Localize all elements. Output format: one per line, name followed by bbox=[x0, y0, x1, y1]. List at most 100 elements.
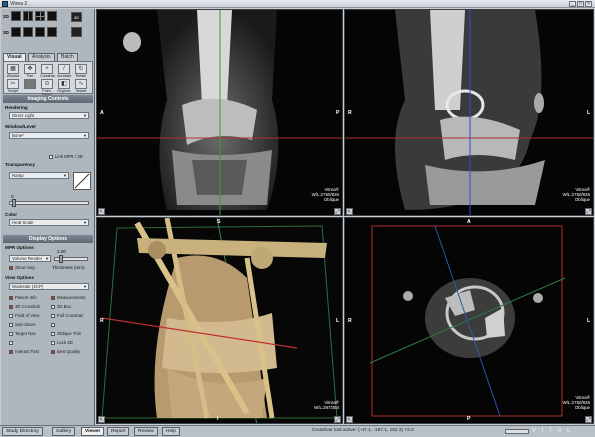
rotate-icon[interactable]: ↻ bbox=[75, 64, 87, 74]
link-mpr-checkbox[interactable]: Link MPR / 3D bbox=[49, 154, 83, 159]
view-option-label: Patient Info bbox=[15, 295, 37, 300]
viewport-3d-volume[interactable]: S R L I Vitrea® W/L:297/384 ↖ ⤢ bbox=[96, 217, 343, 424]
view-option-checkbox[interactable] bbox=[51, 322, 57, 327]
tab-viewer[interactable]: Viewer bbox=[81, 427, 105, 436]
viewport-maximize-icon[interactable]: ⤢ bbox=[334, 416, 341, 423]
checkbox-icon bbox=[9, 332, 13, 336]
checkbox-icon bbox=[51, 314, 55, 318]
color-select[interactable]: Heat Scale ▼ bbox=[9, 219, 89, 226]
gray-icon[interactable] bbox=[24, 79, 36, 89]
volume-render-image bbox=[97, 218, 342, 423]
chevron-down-icon: ▼ bbox=[63, 173, 67, 178]
view-options-label: View Options bbox=[5, 275, 35, 280]
view-option-checkbox[interactable]: 3D Box bbox=[51, 304, 71, 309]
tab-report[interactable]: Report bbox=[107, 427, 130, 436]
window-level-select[interactable]: Bone* ▼ bbox=[9, 132, 89, 139]
layout-grid-1-3d[interactable] bbox=[11, 27, 21, 37]
crosshair-icon[interactable]: + bbox=[41, 64, 53, 74]
view-option-label: Oblique Trim bbox=[57, 331, 82, 336]
viewport-sagittal[interactable]: R L Vitrea® W/L:2750/826 Oblique ↖ ⤢ bbox=[344, 9, 594, 216]
view-option-checkbox[interactable]: Measurements bbox=[51, 295, 85, 300]
layout-grid-4[interactable] bbox=[35, 11, 45, 21]
point-select-icon[interactable]: ⊙ bbox=[41, 79, 53, 89]
view-option-checkbox[interactable]: Field of View bbox=[9, 313, 40, 318]
tab-help[interactable]: Help bbox=[162, 427, 180, 436]
display-options-header: Display Options bbox=[3, 235, 93, 243]
thickness-slider-thumb[interactable] bbox=[59, 255, 63, 263]
window-icon[interactable]: ▦ bbox=[7, 64, 19, 74]
orientation-right: L bbox=[587, 318, 591, 324]
progress-bar bbox=[505, 429, 529, 434]
orientation-right: P bbox=[336, 110, 340, 116]
show-seg-checkbox[interactable]: Show Seg bbox=[9, 265, 35, 270]
viewport-menu-icon[interactable]: ↖ bbox=[346, 208, 353, 215]
viewport-menu-icon[interactable]: ↖ bbox=[98, 416, 105, 423]
view-option-checkbox[interactable]: Sub-Slices bbox=[9, 322, 36, 327]
viewport-axial[interactable]: A R L P Vitrea® W/L:2750/826 Oblique ↖ ⤢ bbox=[344, 217, 594, 424]
layout-grid-6[interactable] bbox=[47, 11, 57, 21]
sculpt-icon[interactable]: ✂ bbox=[7, 79, 19, 89]
view-option-label: Target Nav bbox=[15, 331, 36, 336]
volume-render-value: Volume Render bbox=[12, 256, 43, 261]
layout-grid-4-3d[interactable] bbox=[35, 27, 45, 37]
layout-grid-6-3d[interactable] bbox=[47, 27, 57, 37]
minimize-button[interactable]: _ bbox=[569, 1, 576, 7]
slider-thumb[interactable] bbox=[12, 199, 16, 207]
viewport-menu-icon[interactable]: ↖ bbox=[346, 416, 353, 423]
viewport-maximize-icon[interactable]: ⤢ bbox=[585, 208, 592, 215]
thickness-slider[interactable] bbox=[54, 255, 88, 263]
color-value: Heat Scale bbox=[12, 220, 34, 225]
view-options-select[interactable]: Moderate (4CP) ▼ bbox=[9, 283, 89, 290]
orientation-top: A bbox=[467, 219, 471, 225]
tab-review[interactable]: Review bbox=[134, 427, 158, 436]
view-option-checkbox[interactable]: Oblique Trim bbox=[51, 331, 81, 336]
transparency-select[interactable]: Ramp ▼ bbox=[9, 172, 69, 179]
orientation-readout: Oblique bbox=[574, 405, 590, 410]
rendering-label: Rendering bbox=[5, 105, 28, 110]
maximize-button[interactable]: □ bbox=[577, 1, 584, 7]
tab-batch[interactable]: Batch bbox=[57, 53, 78, 61]
checkbox-icon bbox=[9, 314, 13, 318]
layout-grid-2-3d[interactable] bbox=[23, 27, 33, 37]
pan-icon[interactable]: ✥ bbox=[24, 64, 36, 74]
view-option-checkbox[interactable]: Full Crosshair bbox=[51, 313, 84, 318]
layout-grid-2[interactable] bbox=[23, 11, 33, 21]
mpr-render-select[interactable]: Volume Render ▼ bbox=[9, 255, 51, 262]
view-option-label: Full Crosshair bbox=[57, 313, 84, 318]
view-option-checkbox[interactable] bbox=[9, 340, 15, 345]
tool-palette: ▦ ✥ + / ↻ Window Pan Crosshair Annotate … bbox=[3, 61, 93, 97]
tab-gallery[interactable]: Gallery bbox=[52, 427, 76, 436]
vessel-icon[interactable]: ∿ bbox=[75, 79, 87, 89]
layout-4d-button[interactable]: 4D bbox=[71, 12, 82, 22]
viewport-maximize-icon[interactable]: ⤢ bbox=[334, 208, 341, 215]
orientation-readout: Oblique bbox=[323, 197, 339, 202]
transparency-slider[interactable] bbox=[9, 199, 89, 207]
view-option-checkbox[interactable]: Target Nav bbox=[9, 331, 36, 336]
viewport-coronal[interactable]: A P Vitrea® W/L:2750/826 Oblique ↖ ⤢ bbox=[96, 9, 343, 216]
view-option-checkbox[interactable]: Lock 3D bbox=[51, 340, 73, 345]
tab-study-directory[interactable]: Study Directory bbox=[2, 427, 43, 436]
view-option-checkbox[interactable]: 3D Crosshair bbox=[9, 304, 40, 309]
viewport-maximize-icon[interactable]: ⤢ bbox=[585, 416, 592, 423]
tool-label-sculpt: Sculpt bbox=[8, 89, 18, 93]
checkbox-icon bbox=[51, 305, 55, 309]
view-option-checkbox[interactable]: Interact Fast bbox=[9, 349, 39, 354]
sagittal-ct-image bbox=[345, 10, 593, 215]
rendering-select[interactable]: Direct Light ▼ bbox=[9, 112, 89, 119]
rendering-value: Direct Light bbox=[12, 113, 35, 118]
tab-visual[interactable]: Visual bbox=[3, 53, 26, 61]
layout-extra-button[interactable] bbox=[71, 27, 82, 37]
show-seg-label: Show Seg bbox=[15, 265, 35, 270]
annotate-icon[interactable]: / bbox=[58, 64, 70, 74]
view-option-checkbox[interactable]: Patient Info bbox=[9, 295, 37, 300]
view-option-checkbox[interactable]: Best Quality bbox=[51, 349, 80, 354]
regions-icon[interactable]: ◧ bbox=[58, 79, 70, 89]
chevron-down-icon: ▼ bbox=[83, 220, 87, 225]
tab-analysis[interactable]: Analysis bbox=[28, 53, 55, 61]
close-button[interactable]: × bbox=[585, 1, 592, 7]
transparency-ramp-preview[interactable] bbox=[73, 172, 91, 190]
layout-grid-1[interactable] bbox=[11, 11, 21, 21]
checkbox-icon bbox=[51, 296, 55, 300]
viewport-menu-icon[interactable]: ↖ bbox=[98, 208, 105, 215]
tool-label-window: Window bbox=[6, 74, 20, 78]
